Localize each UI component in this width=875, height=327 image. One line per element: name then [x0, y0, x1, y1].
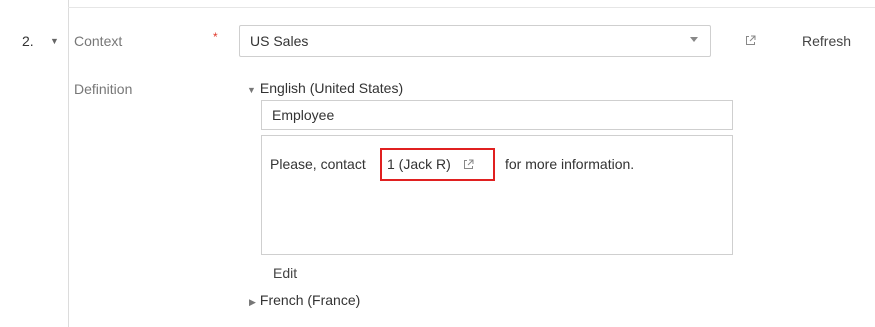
- chevron-down-icon: [690, 37, 698, 42]
- collapse-row-icon[interactable]: ▼: [50, 36, 59, 46]
- context-selected-value: US Sales: [250, 33, 309, 49]
- language-name: English (United States): [259, 80, 404, 96]
- context-label: Context: [74, 33, 123, 49]
- definition-textarea[interactable]: Please, contact 1 (Jack R) for more info…: [261, 135, 733, 255]
- term-input[interactable]: Employee: [261, 100, 733, 130]
- external-link-icon[interactable]: [745, 35, 756, 46]
- left-rule: [68, 0, 69, 327]
- collapsed-triangle-icon: ▶: [249, 297, 256, 307]
- edit-link[interactable]: Edit: [273, 265, 297, 281]
- definition-text-before: Please, contact: [270, 156, 366, 172]
- external-link-icon[interactable]: [463, 159, 474, 170]
- language-toggle-french[interactable]: ▶ French (France): [249, 292, 360, 308]
- required-marker: *: [213, 30, 218, 44]
- definition-label: Definition: [74, 81, 133, 97]
- top-rule: [68, 7, 875, 8]
- language-name: French (France): [259, 292, 361, 308]
- refresh-button[interactable]: Refresh: [802, 33, 851, 49]
- term-value: Employee: [272, 107, 335, 123]
- person-link-label: 1 (Jack R): [387, 156, 451, 172]
- expanded-triangle-icon: ▼: [247, 85, 256, 95]
- person-link[interactable]: 1 (Jack R): [380, 148, 495, 181]
- row-number: 2.: [22, 33, 34, 49]
- language-toggle-english[interactable]: ▼ English (United States): [247, 80, 403, 96]
- definition-text-after: for more information.: [505, 156, 635, 172]
- context-select[interactable]: US Sales: [239, 25, 711, 57]
